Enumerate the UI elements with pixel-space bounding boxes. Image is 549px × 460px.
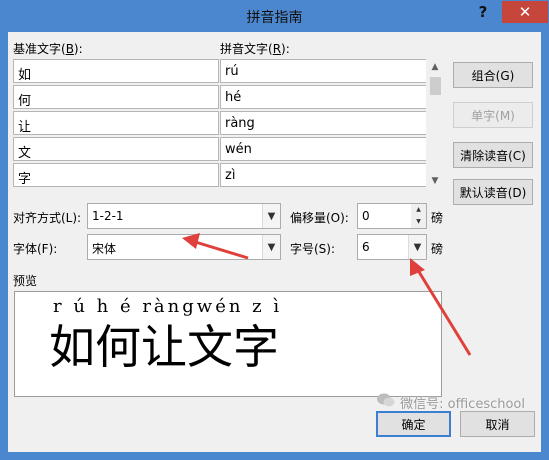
arrow-to-font — [182, 233, 249, 260]
annotation-arrows — [182, 233, 472, 356]
arrow-to-size — [410, 258, 472, 356]
wechat-icon — [377, 393, 395, 407]
watermark-text: 微信号: officeschool — [400, 397, 525, 412]
arrow-head — [410, 258, 425, 276]
arrow-line — [414, 266, 472, 356]
arrow-head — [182, 233, 200, 249]
pinyin-guide-dialog: 拼音指南 ? ✕ 基准文字(B): 拼音文字(R): 如 rú 何 hé 让 r… — [0, 0, 549, 460]
watermark: 微信号: officeschool — [376, 392, 525, 412]
arrow-line — [191, 239, 249, 260]
